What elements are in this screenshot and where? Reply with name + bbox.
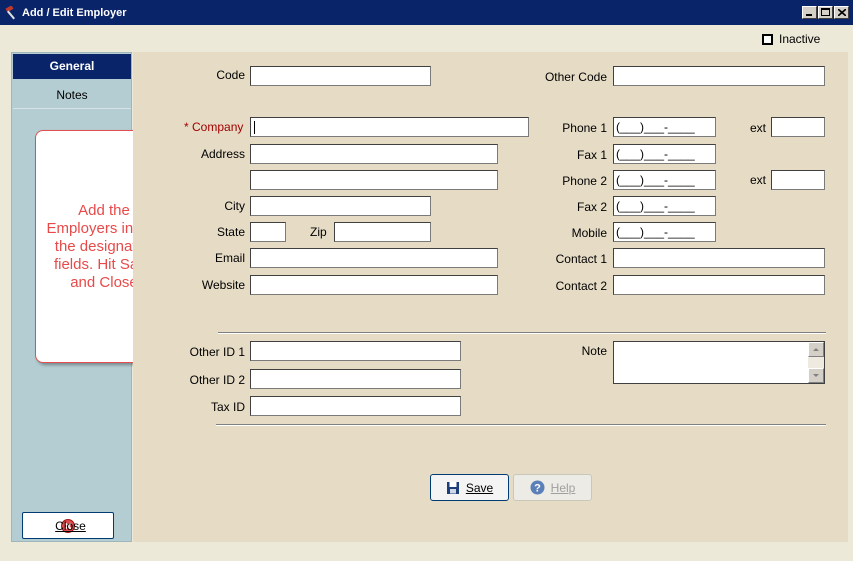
website-input[interactable] bbox=[250, 275, 498, 295]
fax2-label: Fax 2 bbox=[576, 200, 607, 214]
scroll-up-button[interactable] bbox=[808, 342, 824, 357]
company-label-text: Company bbox=[192, 120, 244, 134]
close-button-label: Close bbox=[55, 518, 86, 533]
window-controls bbox=[801, 6, 849, 19]
code-label: Code bbox=[216, 68, 245, 82]
website-label: Website bbox=[201, 278, 245, 292]
other-code-input[interactable] bbox=[613, 66, 825, 86]
other-id2-input[interactable] bbox=[250, 369, 461, 389]
contact2-input[interactable] bbox=[613, 275, 825, 295]
ext2-input[interactable] bbox=[771, 170, 825, 190]
tax-id-input[interactable] bbox=[250, 396, 461, 416]
phone1-input[interactable]: (___)___-____ bbox=[613, 117, 716, 137]
mobile-input[interactable]: (___)___-____ bbox=[613, 222, 716, 242]
code-input[interactable] bbox=[250, 66, 431, 86]
note-textarea[interactable] bbox=[613, 341, 825, 384]
required-marker: * bbox=[184, 120, 189, 134]
inactive-label: Inactive bbox=[779, 32, 821, 46]
note-scrollbar[interactable] bbox=[808, 342, 824, 383]
help-button[interactable]: ? Help bbox=[513, 474, 592, 501]
floppy-disk-icon bbox=[446, 481, 459, 494]
phone2-input[interactable]: (___)___-____ bbox=[613, 170, 716, 190]
help-button-label: Help bbox=[550, 480, 576, 495]
fax1-input[interactable]: (___)___-____ bbox=[613, 144, 716, 164]
window-title: Add / Edit Employer bbox=[22, 7, 127, 19]
other-id2-label: Other ID 2 bbox=[189, 373, 245, 387]
ext1-input[interactable] bbox=[771, 117, 825, 137]
window-close-button[interactable] bbox=[834, 6, 849, 19]
company-input[interactable] bbox=[250, 117, 529, 137]
contact1-label: Contact 1 bbox=[555, 252, 607, 266]
arrow-down-icon bbox=[813, 374, 819, 377]
city-label: City bbox=[224, 199, 245, 213]
zip-input[interactable] bbox=[334, 222, 431, 242]
email-input[interactable] bbox=[250, 248, 498, 268]
text-cursor bbox=[254, 121, 255, 134]
maximize-button[interactable] bbox=[818, 6, 833, 19]
svg-text:?: ? bbox=[534, 483, 541, 495]
minimize-icon bbox=[806, 14, 812, 16]
fax2-input[interactable]: (___)___-____ bbox=[613, 196, 716, 216]
save-button-label: Save bbox=[465, 480, 494, 495]
mobile-label: Mobile bbox=[571, 226, 607, 240]
close-button[interactable]: Close bbox=[22, 512, 114, 539]
scroll-down-button[interactable] bbox=[808, 368, 824, 383]
tab-notes[interactable]: Notes bbox=[13, 82, 131, 109]
zip-label: Zip bbox=[310, 225, 327, 239]
address-line2-input[interactable] bbox=[250, 170, 498, 190]
other-id1-input[interactable] bbox=[250, 341, 461, 361]
email-label: Email bbox=[214, 251, 245, 265]
tax-id-label: Tax ID bbox=[210, 400, 245, 414]
company-label: * Company bbox=[184, 120, 243, 134]
city-input[interactable] bbox=[250, 196, 431, 216]
ext1-label: ext bbox=[750, 121, 767, 135]
other-code-label: Other Code bbox=[544, 70, 607, 84]
state-input[interactable] bbox=[250, 222, 286, 242]
fax1-label: Fax 1 bbox=[576, 148, 607, 162]
close-icon bbox=[838, 9, 846, 16]
help-icon: ? bbox=[530, 480, 545, 495]
save-button[interactable]: Save bbox=[430, 474, 509, 501]
address-line1-input[interactable] bbox=[250, 144, 498, 164]
other-id1-label: Other ID 1 bbox=[189, 345, 245, 359]
note-label: Note bbox=[581, 344, 607, 358]
minimize-button[interactable] bbox=[802, 6, 817, 19]
section-divider bbox=[218, 332, 826, 334]
contact1-input[interactable] bbox=[613, 248, 825, 268]
arrow-up-icon bbox=[813, 348, 819, 351]
ext2-label: ext bbox=[750, 173, 767, 187]
inactive-checkbox[interactable] bbox=[762, 33, 773, 45]
inactive-checkbox-group[interactable]: Inactive bbox=[762, 32, 820, 46]
tab-general[interactable]: General bbox=[13, 54, 131, 79]
hammer-icon bbox=[5, 6, 15, 20]
phone2-label: Phone 2 bbox=[562, 174, 607, 188]
title-bar: Add / Edit Employer bbox=[0, 0, 853, 25]
phone1-label: Phone 1 bbox=[562, 121, 607, 135]
address-label: Address bbox=[200, 147, 245, 161]
state-label: State bbox=[216, 225, 245, 239]
maximize-icon bbox=[821, 8, 830, 16]
section-divider-bottom bbox=[216, 424, 826, 426]
contact2-label: Contact 2 bbox=[555, 279, 607, 293]
